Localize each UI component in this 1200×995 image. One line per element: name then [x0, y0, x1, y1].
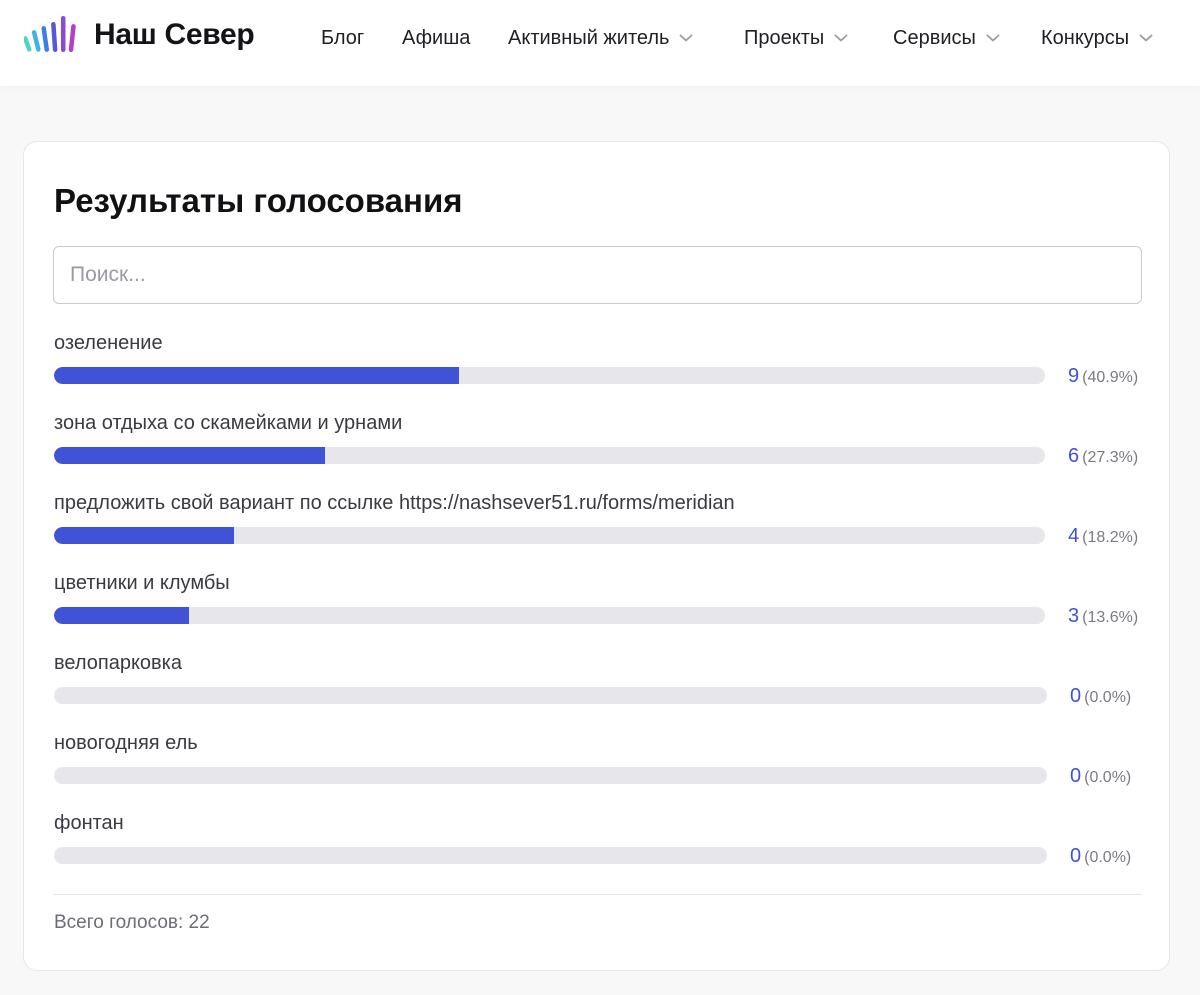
progress-bar-fill: [54, 367, 459, 384]
nav-item-label: Сервисы: [893, 26, 976, 49]
nav-item-label: Афиша: [402, 26, 471, 49]
poll-option: озеленение 9 (40.9%): [54, 332, 1164, 402]
vote-percent: (0.0%): [1084, 849, 1132, 866]
progress-bar-track: [54, 847, 1047, 864]
vote-count: 0 (0.0%): [1070, 765, 1131, 788]
option-label: новогодняя ель: [54, 732, 198, 754]
vote-count-number: 3: [1068, 605, 1080, 627]
vote-percent: (27.3%): [1082, 449, 1139, 466]
vote-count-number: 0: [1070, 765, 1082, 787]
vote-percent: (40.9%): [1082, 369, 1139, 386]
search-input[interactable]: [53, 246, 1142, 304]
progress-bar-fill: [54, 607, 189, 624]
nav-item-label: Активный житель: [508, 26, 670, 49]
nav-item-afisha[interactable]: Афиша: [402, 24, 470, 52]
chevron-down-icon: [1139, 34, 1153, 42]
vote-count-number: 0: [1070, 685, 1082, 707]
vote-percent: (18.2%): [1082, 529, 1139, 546]
chevron-down-icon: [834, 34, 848, 42]
vote-count: 0 (0.0%): [1070, 845, 1131, 868]
progress-bar-fill: [54, 447, 325, 464]
option-label: цветники и клумбы: [54, 572, 230, 594]
vote-percent: (0.0%): [1084, 769, 1132, 786]
progress-bar-track: [54, 367, 1045, 384]
poll-option: зона отдыха со скамейками и урнами 6 (27.3…: [54, 412, 1164, 482]
nav-item-projects[interactable]: Проекты: [744, 24, 848, 52]
option-label: зона отдыха со скамейками и урнами: [54, 412, 403, 434]
nav-item-label: Проекты: [744, 26, 825, 49]
progress-bar-track: [54, 527, 1045, 544]
progress-bar-track: [54, 447, 1045, 464]
page-title: Результаты голосования: [54, 182, 463, 219]
total-votes: Всего голосов: 22: [54, 912, 210, 933]
vote-percent: (0.0%): [1084, 689, 1132, 706]
poll-results-card: Результаты голосования озеленение 9(40.9%…: [23, 141, 1170, 971]
progress-bar-track: [54, 607, 1045, 624]
vote-percent: (13.6%): [1082, 609, 1139, 626]
vote-count-number: 4: [1068, 525, 1080, 547]
vote-count: 4 (18.2%): [1068, 525, 1138, 548]
poll-option: предложить свой вариант по ссылке https:…: [54, 492, 1164, 562]
main-nav: Блог Афиша Активный житель Проекты Серви…: [0, 24, 1200, 52]
chevron-down-icon: [986, 34, 1000, 42]
vote-count: 9 (40.9%): [1068, 365, 1138, 388]
vote-count-number: 6: [1068, 445, 1080, 467]
progress-bar-fill: [54, 527, 234, 544]
vote-count: 3 (13.6%): [1068, 605, 1138, 628]
progress-bar-track: [54, 687, 1047, 704]
divider: [54, 894, 1141, 895]
nav-item-label: Конкурсы: [1041, 26, 1130, 49]
nav-item-services[interactable]: Сервисы: [893, 24, 1000, 52]
nav-item-active-resident[interactable]: Активный житель: [508, 24, 693, 52]
option-label: фонтан: [54, 812, 124, 834]
nav-item-contests[interactable]: Конкурсы: [1041, 24, 1153, 52]
vote-count-number: 0: [1070, 845, 1082, 867]
site-header: Наш Север Блог Афиша Активный житель Про…: [0, 0, 1200, 86]
poll-option: новогодняя ель 0 (0.0%): [54, 732, 1164, 802]
poll-option: цветники и клумбы 3 (13.6%): [54, 572, 1164, 642]
chevron-down-icon: [680, 34, 693, 42]
vote-count: 6 (27.3%): [1068, 445, 1138, 468]
nav-item-blog[interactable]: Блог: [321, 24, 364, 52]
progress-bar-track: [54, 767, 1047, 784]
poll-option: велопарковка 0 (0.0%): [54, 652, 1164, 722]
poll-option: фонтан 0 (0.0%): [54, 812, 1164, 882]
nav-item-label: Блог: [321, 26, 365, 49]
option-label: предложить свой вариант по ссылке https:…: [54, 492, 735, 514]
option-label: велопарковка: [54, 652, 182, 674]
vote-count: 0 (0.0%): [1070, 685, 1131, 708]
vote-count-number: 9: [1068, 365, 1080, 387]
option-label: озеленение: [54, 332, 163, 354]
